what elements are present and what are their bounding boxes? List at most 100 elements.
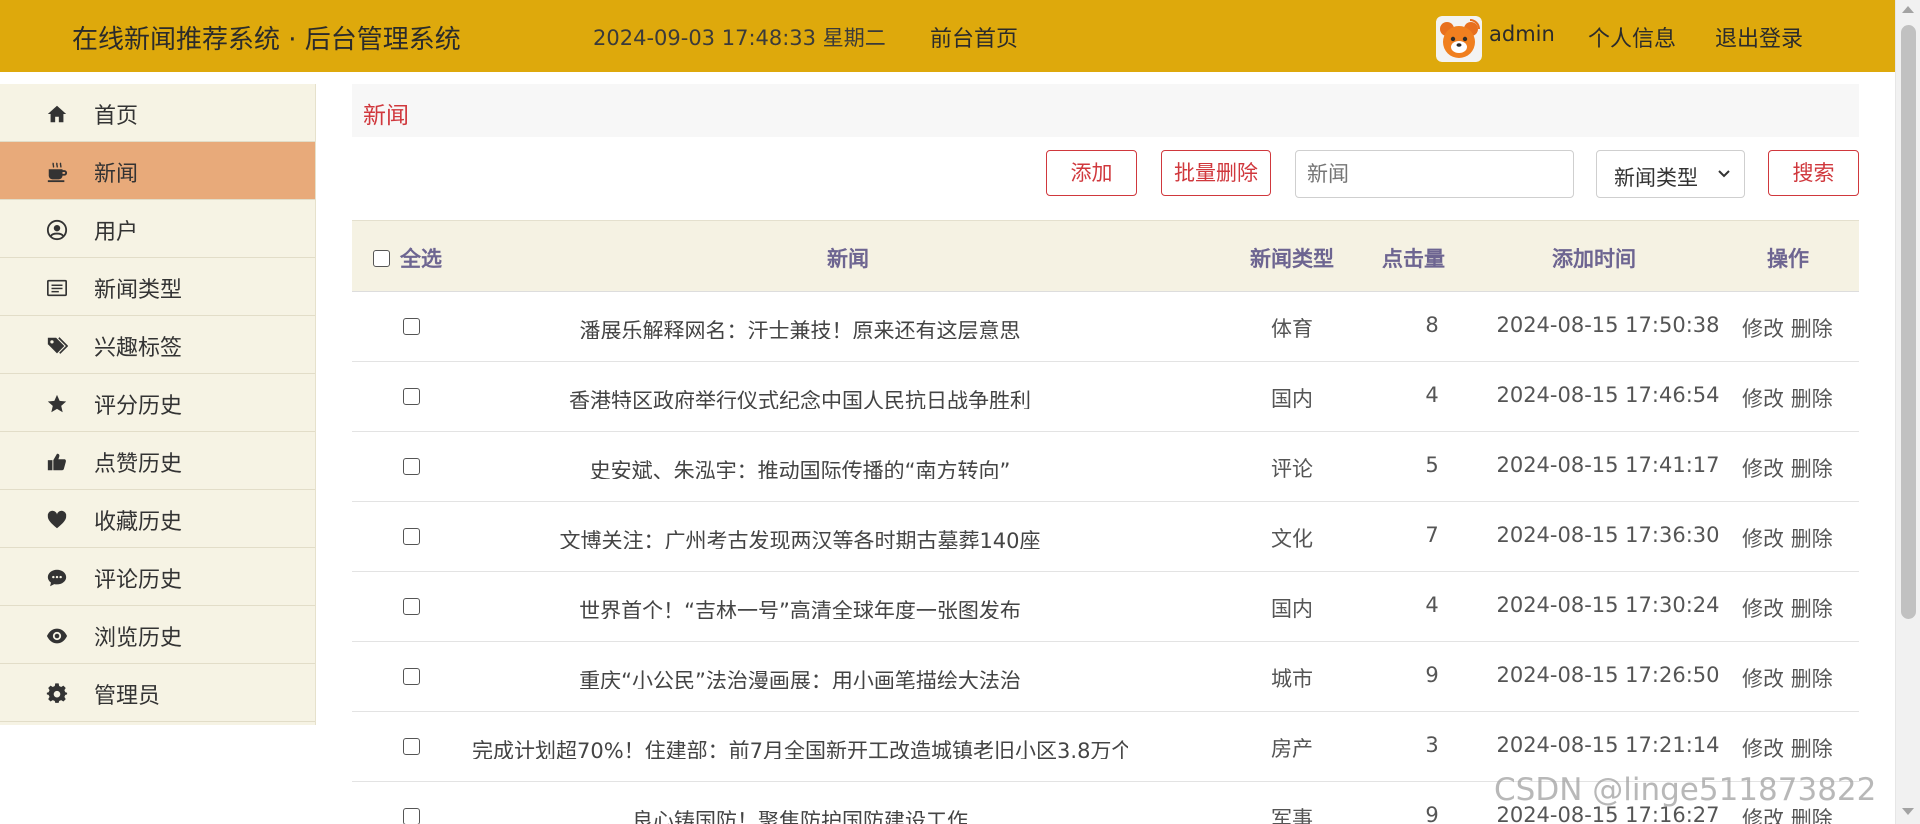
- toolbar: 添加 批量删除 新闻类型 搜索: [352, 150, 1859, 198]
- sidebar-item-like-history[interactable]: 点赞历史: [0, 432, 315, 490]
- delete-button[interactable]: 删除: [1791, 737, 1833, 761]
- news-title[interactable]: 潘展乐解释网名：汗士兼技！原来还有这层意思: [472, 315, 1128, 339]
- top-header: 在线新闻推荐系统 · 后台管理系统 2024-09-03 17:48:33 星期…: [0, 0, 1895, 72]
- front-home-link[interactable]: 前台首页: [930, 21, 1018, 53]
- row-actions: 修改 删除: [1742, 523, 1833, 553]
- sidebar-item-news[interactable]: 新闻: [0, 142, 315, 200]
- column-header-type: 新闻类型: [1250, 247, 1334, 271]
- column-header-clicks: 点击量: [1382, 247, 1445, 271]
- news-title[interactable]: 良心铸国防！聚焦防护国防建设工作: [472, 805, 1128, 824]
- delete-button[interactable]: 删除: [1791, 317, 1833, 341]
- logout-link[interactable]: 退出登录: [1715, 21, 1803, 53]
- edit-button[interactable]: 修改: [1742, 667, 1784, 691]
- sidebar-item-label: 浏览历史: [94, 626, 183, 651]
- sidebar-item-label: 用户: [94, 220, 139, 245]
- edit-button[interactable]: 修改: [1742, 527, 1784, 551]
- click-count: 3: [1425, 733, 1439, 757]
- sidebar-item-home[interactable]: 首页: [0, 84, 315, 142]
- news-title[interactable]: 史安斌、朱泓宇：推动国际传播的“南方转向”: [472, 455, 1128, 479]
- added-time: 2024-08-15 17:41:17: [1496, 453, 1720, 477]
- page-title: 新闻: [363, 103, 409, 129]
- page-scrollbar[interactable]: [1895, 0, 1920, 824]
- watermark: CSDN @linge511873822: [1494, 772, 1877, 808]
- news-type: 军事: [1271, 807, 1313, 824]
- news-title[interactable]: 完成计划超70%！住建部：前7月全国新开工改造城镇老旧小区3.8万个: [472, 735, 1128, 759]
- news-title[interactable]: 重庆“小公民”法治漫画展：用小画笔描绘大法治: [472, 665, 1128, 689]
- delete-button[interactable]: 删除: [1791, 667, 1833, 691]
- news-type: 评论: [1271, 457, 1313, 481]
- scrollbar-thumb[interactable]: [1901, 25, 1916, 619]
- news-type-select[interactable]: 新闻类型: [1596, 150, 1745, 198]
- search-button[interactable]: 搜索: [1768, 150, 1859, 196]
- gear-icon: [46, 683, 68, 703]
- edit-button[interactable]: 修改: [1742, 457, 1784, 481]
- delete-button[interactable]: 删除: [1791, 387, 1833, 411]
- search-input[interactable]: [1295, 150, 1574, 198]
- table-header: 全选 新闻 新闻类型 点击量 添加时间 操作: [352, 220, 1859, 292]
- edit-button[interactable]: 修改: [1742, 597, 1784, 621]
- sidebar-item-comment-history[interactable]: 评论历史: [0, 548, 315, 606]
- sidebar-item-label: 收藏历史: [94, 510, 183, 535]
- add-button[interactable]: 添加: [1046, 150, 1137, 196]
- table-row: 史安斌、朱泓宇：推动国际传播的“南方转向” 评论 5 2024-08-15 17…: [352, 432, 1859, 502]
- column-header-operations: 操作: [1767, 247, 1809, 271]
- batch-delete-button[interactable]: 批量删除: [1161, 150, 1271, 196]
- edit-button[interactable]: 修改: [1742, 387, 1784, 411]
- row-actions: 修改 删除: [1742, 593, 1833, 623]
- news-title[interactable]: 世界首个！“吉林一号”高清全球年度一张图发布: [472, 595, 1128, 619]
- select-all[interactable]: 全选: [373, 243, 442, 273]
- news-title[interactable]: 文博关注：广州考古发现两汉等各时期古墓葬140座: [472, 525, 1128, 549]
- click-count: 4: [1425, 383, 1439, 407]
- sidebar-item-label: 管理员: [94, 684, 161, 709]
- news-type: 文化: [1271, 527, 1313, 551]
- row-checkbox[interactable]: [403, 808, 420, 824]
- delete-button[interactable]: 删除: [1791, 527, 1833, 551]
- row-checkbox[interactable]: [403, 458, 420, 475]
- thumbs-up-icon: [47, 453, 66, 471]
- click-count: 9: [1425, 663, 1439, 687]
- news-type: 国内: [1271, 387, 1313, 411]
- row-checkbox[interactable]: [403, 598, 420, 615]
- column-header-time: 添加时间: [1552, 247, 1636, 271]
- click-count: 9: [1425, 803, 1439, 824]
- row-actions: 修改 删除: [1742, 663, 1833, 693]
- sidebar-item-rating-history[interactable]: 评分历史: [0, 374, 315, 432]
- sidebar-item-admins[interactable]: 管理员: [0, 664, 315, 722]
- sidebar-item-label: 兴趣标签: [94, 336, 183, 361]
- news-title[interactable]: 香港特区政府举行仪式纪念中国人民抗日战争胜利: [472, 385, 1128, 409]
- row-checkbox[interactable]: [403, 738, 420, 755]
- avatar[interactable]: [1436, 16, 1482, 62]
- star-icon: [47, 394, 67, 413]
- row-checkbox[interactable]: [403, 318, 420, 335]
- row-checkbox[interactable]: [403, 668, 420, 685]
- select-all-checkbox[interactable]: [373, 249, 390, 267]
- sidebar-item-browse-history[interactable]: 浏览历史: [0, 606, 315, 664]
- main-content: 新闻 添加 批量删除 新闻类型 搜索 全选 新闻 新闻类型 点击量 添加时间 操…: [352, 84, 1859, 824]
- row-checkbox[interactable]: [403, 528, 420, 545]
- user-circle-icon: [46, 219, 68, 241]
- delete-button[interactable]: 删除: [1791, 457, 1833, 481]
- edit-button[interactable]: 修改: [1742, 737, 1784, 761]
- sidebar-item-label: 首页: [94, 104, 139, 129]
- edit-button[interactable]: 修改: [1742, 317, 1784, 341]
- row-actions: 修改 删除: [1742, 733, 1833, 763]
- sidebar-item-users[interactable]: 用户: [0, 200, 315, 258]
- news-type: 城市: [1271, 667, 1313, 691]
- column-header-title: 新闻: [827, 247, 869, 271]
- scroll-up-arrow-icon[interactable]: [1902, 6, 1914, 13]
- scroll-down-arrow-icon[interactable]: [1902, 808, 1914, 815]
- row-checkbox[interactable]: [403, 388, 420, 405]
- list-icon: [47, 279, 67, 297]
- news-type-select-value: 新闻类型: [1614, 166, 1698, 190]
- sidebar-item-news-types[interactable]: 新闻类型: [0, 258, 315, 316]
- edit-button[interactable]: 修改: [1742, 807, 1784, 824]
- sidebar-item-label: 新闻: [94, 162, 139, 187]
- table-row: 香港特区政府举行仪式纪念中国人民抗日战争胜利 国内 4 2024-08-15 1…: [352, 362, 1859, 432]
- delete-button[interactable]: 删除: [1791, 807, 1833, 824]
- sidebar-item-favorite-history[interactable]: 收藏历史: [0, 490, 315, 548]
- sidebar-item-label: 评论历史: [94, 568, 183, 593]
- profile-link[interactable]: 个人信息: [1588, 21, 1676, 53]
- system-title: 在线新闻推荐系统 · 后台管理系统: [72, 25, 461, 55]
- delete-button[interactable]: 删除: [1791, 597, 1833, 621]
- sidebar-item-interest-tags[interactable]: 兴趣标签: [0, 316, 315, 374]
